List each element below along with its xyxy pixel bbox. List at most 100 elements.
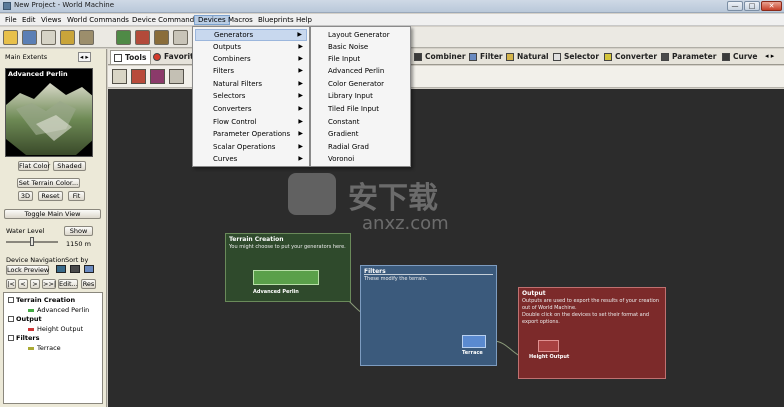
expand-icon[interactable] [8,335,14,341]
menu-blueprints[interactable]: Blueprints [255,15,297,25]
nav-last-button[interactable]: >>| [42,279,56,289]
edit-button[interactable]: Edit... [58,279,78,289]
close-button[interactable]: ✕ [761,1,782,11]
menu-item-outputs[interactable]: Outputs ▶ [195,41,307,53]
menu-item-scalar-operations[interactable]: Scalar Operations ▶ [195,141,307,153]
terrain-render [6,83,92,155]
terrain-view-icon[interactable] [116,30,131,45]
menu-world-commands[interactable]: World Commands [64,15,132,25]
save-project-icon[interactable] [22,30,37,45]
menu-item-layout-generator[interactable]: Layout Generator [313,29,390,41]
terrain-preview[interactable]: Advanced Perlin [5,68,93,157]
group-filters[interactable]: Filters These modify the terrain. Terrac… [360,265,497,366]
tab-combiner[interactable]: Combiner [411,50,470,64]
fit-button[interactable]: Fit [68,191,85,201]
menu-views[interactable]: Views [38,15,64,25]
menu-item-advanced-perlin[interactable]: Advanced Perlin [313,65,384,77]
tabs-scroll-arrows[interactable]: ◂ ▸ [765,52,774,60]
show-water-button[interactable]: Show [64,226,93,236]
group-output[interactable]: Output Outputs are used to export the re… [518,287,666,379]
explorer-view-icon[interactable] [154,30,169,45]
tab-natural[interactable]: Natural [503,50,553,64]
tree-group-label: Filters [16,334,40,342]
menu-item-generators[interactable]: Generators ▶ [195,29,307,41]
group-terrain-creation[interactable]: Terrain Creation You might choose to put… [225,233,351,302]
menu-item-file-input[interactable]: File Input [313,53,360,65]
res-button[interactable]: Res [81,279,96,289]
tab-selector[interactable]: Selector [550,50,603,64]
menu-item-label: Parameter Operations [213,130,291,138]
menu-item-flow-control[interactable]: Flow Control ▶ [195,116,307,128]
minimize-button[interactable]: — [727,1,743,11]
sort-list-icon[interactable] [56,265,66,273]
menu-item-converters[interactable]: Converters ▶ [195,103,307,115]
tab-converter[interactable]: Converter [601,50,661,64]
tree-group-terrain-creation[interactable]: Terrain Creation [8,296,75,304]
node-terrace[interactable] [462,335,486,348]
tab-filter[interactable]: Filter [466,50,507,64]
tree-group-output[interactable]: Output [8,315,42,323]
menu-item-color-generator[interactable]: Color Generator [313,78,384,90]
build-icon[interactable] [41,30,56,45]
shaded-button[interactable]: Shaded [53,161,86,171]
menu-item-gradient[interactable]: Gradient [313,128,358,140]
sort-tree-icon[interactable] [70,265,80,273]
open-project-icon[interactable] [3,30,18,45]
converter-icon [604,53,612,61]
export-icon[interactable] [60,30,75,45]
menu-item-radial-grad[interactable]: Radial Grad [313,141,369,153]
menu-item-combiners[interactable]: Combiners ▶ [195,53,307,65]
macro-tool-icon[interactable] [150,69,165,84]
set-terrain-color-button[interactable]: Set Terrain Color... [17,178,80,188]
expand-icon[interactable] [8,297,14,303]
tree-item-terrace[interactable]: Terrace [28,344,61,352]
menu-item-library-input[interactable]: Library Input [313,90,373,102]
tree-item-height-output[interactable]: Height Output [28,325,83,333]
menu-item-parameter-operations[interactable]: Parameter Operations ▶ [195,128,307,140]
expand-icon[interactable] [8,316,14,322]
tab-curve[interactable]: Curve [719,50,762,64]
render-icon[interactable] [173,30,188,45]
menu-item-selectors[interactable]: Selectors ▶ [195,90,307,102]
menu-item-filters[interactable]: Filters ▶ [195,65,307,77]
menu-item-basic-noise[interactable]: Basic Noise [313,41,368,53]
nav-next-button[interactable]: > [30,279,40,289]
menu-item-constant[interactable]: Constant [313,116,359,128]
menu-item-voronoi[interactable]: Voronoi [313,153,354,165]
nav-prev-button[interactable]: < [18,279,28,289]
menu-item-tiled-file-input[interactable]: Tiled File Input [313,103,379,115]
toggle-main-view-button[interactable]: Toggle Main View [4,209,101,219]
node-advanced-perlin[interactable] [253,270,319,285]
flat-color-button[interactable]: Flat Color [18,161,50,171]
comment-tool-icon[interactable] [169,69,184,84]
tab-tools[interactable]: Tools [110,50,152,64]
tree-item-advanced-perlin[interactable]: Advanced Perlin [28,306,89,314]
menu-item-natural-filters[interactable]: Natural Filters ▶ [195,78,307,90]
3d-button[interactable]: 3D [18,191,33,201]
maximize-button[interactable]: □ [744,1,760,11]
sort-type-icon[interactable] [84,265,94,273]
panel-arrows[interactable]: ◂ ▸ [78,52,91,62]
tab-parameter[interactable]: Parameter [658,50,720,64]
settings-icon[interactable] [79,30,94,45]
select-tool-icon[interactable] [112,69,127,84]
menu-file[interactable]: File [2,15,20,25]
menu-macros[interactable]: Macros [225,15,256,25]
node-height-output[interactable] [538,340,559,352]
nav-first-button[interactable]: |< [6,279,16,289]
menu-edit[interactable]: Edit [19,15,39,25]
tab-natural-label: Natural [517,52,549,61]
group-tool-icon[interactable] [131,69,146,84]
node-label: Height Output [529,354,570,360]
menu-bar: File Edit Views World Commands Device Co… [0,14,784,26]
reset-button[interactable]: Reset [38,191,63,201]
water-slider-thumb[interactable] [30,237,34,246]
lock-preview-button[interactable]: Lock Preview [6,265,49,275]
menu-device-commands[interactable]: Device Commands [129,15,201,25]
water-level-label: Water Level [6,227,45,235]
layout-view-icon[interactable] [135,30,150,45]
menu-item-curves[interactable]: Curves ▶ [195,153,307,165]
menu-help[interactable]: Help [293,15,315,25]
tree-group-filters[interactable]: Filters [8,334,40,342]
selector-icon [553,53,561,61]
